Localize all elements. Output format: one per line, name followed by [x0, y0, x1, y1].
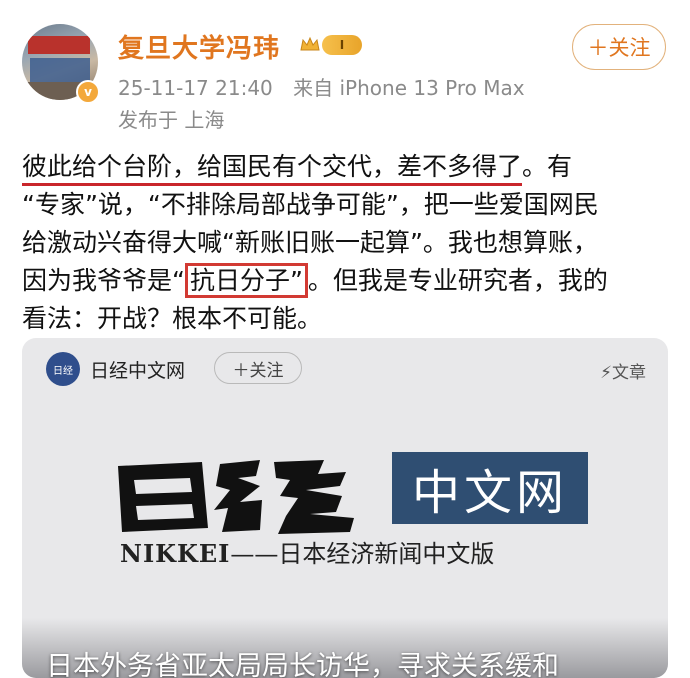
post-line-1: 彼此给个台阶，给国民有个交代，差不多得了。有: [22, 148, 672, 186]
post-line-4: 因为我爷爷是“ 抗日分子” 。但我是专业研究者，我的: [22, 262, 672, 300]
zhongwen-logo: 中文网: [392, 452, 588, 524]
lightning-icon: ⚡: [600, 363, 612, 383]
username[interactable]: 复旦大学冯玮: [118, 28, 280, 65]
card-follow-button[interactable]: ＋关注: [214, 352, 302, 384]
post-line-2: “专家”说，“不排除局部战争可能”，把一些爱国网民: [22, 190, 599, 219]
underlined-text: 彼此给个台阶，给国民有个交代，差不多得了: [22, 152, 523, 186]
post-meta: 25-11-17 21:40 来自 iPhone 13 Pro Max: [118, 72, 525, 101]
follow-button[interactable]: ＋关注: [572, 24, 666, 70]
post-line-5: 看法：开战？根本不可能。: [22, 304, 323, 333]
post-location: 发布于 上海: [118, 108, 225, 132]
shared-article-card[interactable]: 日经 日经中文网 ＋关注 ⚡文章 中文网 NIKKEI——日本经济新闻中文版 日…: [22, 338, 668, 678]
level-badge: I: [322, 35, 362, 55]
post-line-3: 给激动兴奋得大喊“新账旧账一起算”。我也想算账，: [22, 228, 598, 257]
post-device: 来自 iPhone 13 Pro Max: [293, 76, 525, 100]
avatar-photo-stall: [30, 58, 90, 84]
nikkei-subtitle: NIKKEI——日本经济新闻中文版: [120, 539, 495, 568]
post-text: 彼此给个台阶，给国民有个交代，差不多得了。有 “专家”说，“不排除局部战争可能”…: [22, 148, 672, 338]
crown-icon: [300, 36, 320, 51]
post-datetime: 25-11-17 21:40: [118, 76, 273, 100]
verified-badge-icon: v: [76, 80, 100, 104]
card-type-label: ⚡文章: [600, 363, 646, 383]
avatar-photo-sign: [28, 36, 90, 54]
card-source-name[interactable]: 日经中文网: [90, 356, 185, 383]
boxed-text: 抗日分子”: [184, 263, 308, 298]
nikkei-calligraphy-logo: [118, 460, 354, 534]
nikkei-logo-icon: 日经: [46, 352, 80, 386]
card-headline[interactable]: 日本外务省亚太局局长访华，寻求关系缓和: [46, 644, 559, 678]
